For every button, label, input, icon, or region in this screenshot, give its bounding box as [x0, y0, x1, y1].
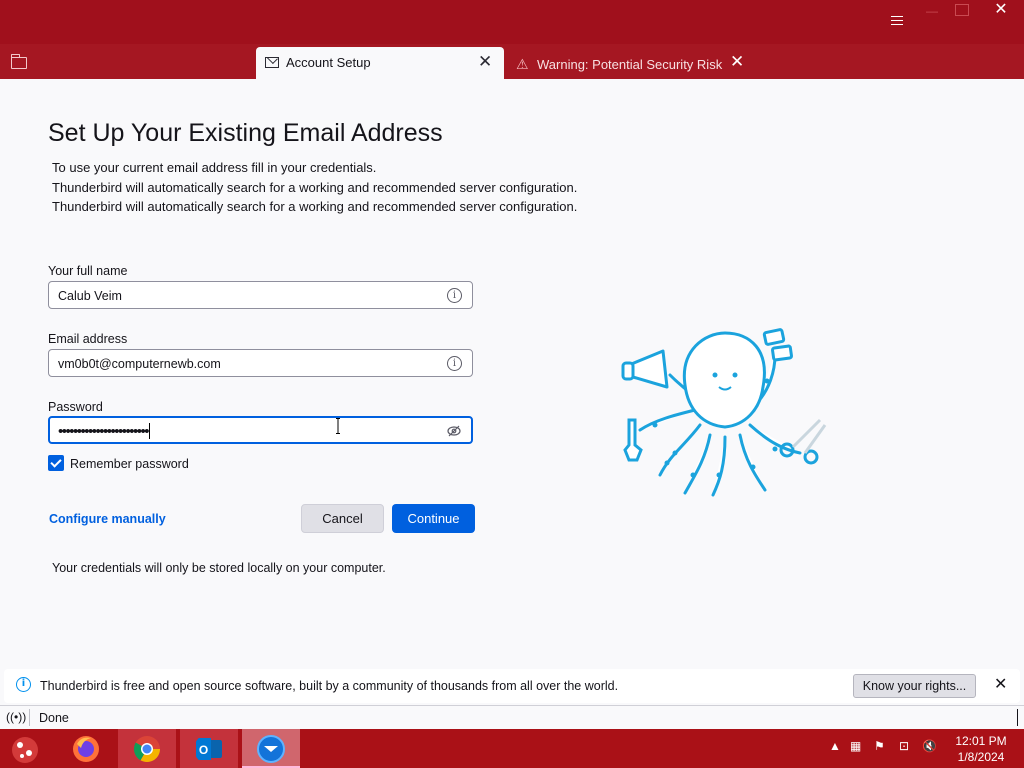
- credentials-note: Your credentials will only be stored loc…: [52, 561, 386, 575]
- description-line: To use your current email address fill i…: [52, 160, 377, 175]
- tab-label: Account Setup: [286, 55, 371, 70]
- firefox-icon: [73, 736, 99, 762]
- know-your-rights-button[interactable]: Know your rights...: [853, 674, 976, 698]
- configure-manually-link[interactable]: Configure manually: [49, 512, 166, 526]
- firefox-taskbar-button[interactable]: [57, 729, 115, 768]
- start-button-icon[interactable]: [8, 733, 42, 765]
- maximize-icon[interactable]: [955, 4, 969, 16]
- text-cursor-icon: [336, 418, 340, 434]
- clock-date: 1/8/2024: [957, 750, 1005, 764]
- flag-icon[interactable]: ⚑: [874, 739, 885, 753]
- password-field[interactable]: ••••••••••••••••••••••••: [48, 416, 473, 444]
- close-notification-icon[interactable]: ✕: [994, 674, 1007, 694]
- chrome-icon: [133, 736, 161, 763]
- warning-icon: ⚠: [516, 56, 529, 72]
- cancel-button[interactable]: Cancel: [301, 504, 384, 533]
- eye-off-icon[interactable]: [447, 424, 461, 438]
- full-name-value: Calub Veim: [58, 289, 122, 303]
- name-label: Your full name: [48, 264, 128, 278]
- status-bar: ((•)) Done: [0, 705, 1024, 729]
- password-value: ••••••••••••••••••••••••: [58, 423, 151, 440]
- network-icon[interactable]: ▦: [850, 739, 861, 753]
- description-line: Thunderbird will automatically search fo…: [52, 199, 578, 214]
- thunderbird-icon: [257, 735, 285, 763]
- outlook-icon: O: [196, 738, 222, 760]
- octopus-mascot-illustration: [621, 328, 827, 497]
- envelope-icon: [265, 57, 279, 68]
- remember-password-checkbox[interactable]: [48, 455, 64, 471]
- notification-message: Thunderbird is free and open source soft…: [40, 679, 619, 693]
- remember-password-label[interactable]: Remember password: [70, 457, 189, 471]
- full-name-field[interactable]: Calub Veim i: [48, 281, 473, 309]
- window-close-icon[interactable]: ✕: [988, 0, 1014, 20]
- tab-account-setup[interactable]: Account Setup ✕: [256, 47, 504, 79]
- clock[interactable]: 12:01 PM 1/8/2024: [950, 733, 1012, 765]
- taskbar: O: [0, 729, 1024, 768]
- title-bar: — ✕: [0, 0, 1024, 44]
- info-icon[interactable]: i: [447, 356, 462, 371]
- show-hidden-icons-icon[interactable]: ▲: [829, 739, 841, 753]
- tab-strip: Account Setup ✕ ⚠ Warning: Potential Sec…: [0, 44, 1024, 79]
- clock-time: 12:01 PM: [955, 734, 1007, 748]
- volume-muted-icon[interactable]: 🔇: [922, 739, 937, 753]
- folder-icon[interactable]: [11, 54, 27, 69]
- info-icon: i: [16, 677, 31, 692]
- email-value: vm0b0t@computernewb.com: [58, 357, 221, 371]
- info-icon[interactable]: i: [447, 288, 462, 303]
- password-label: Password: [48, 400, 103, 414]
- svg-text:O: O: [199, 743, 208, 757]
- thunderbird-taskbar-button[interactable]: [242, 729, 300, 768]
- description-line: Thunderbird will automatically search fo…: [52, 180, 578, 195]
- chrome-taskbar-button[interactable]: [118, 729, 176, 768]
- app-menu-icon[interactable]: [884, 10, 910, 32]
- close-tab-icon[interactable]: ✕: [730, 52, 744, 72]
- email-label: Email address: [48, 332, 128, 346]
- status-text: Done: [39, 711, 69, 725]
- close-tab-icon[interactable]: ✕: [478, 52, 492, 72]
- tab-security-warning[interactable]: ⚠ Warning: Potential Security Risk Ahead…: [508, 47, 753, 79]
- tab-label: Warning: Potential Security Risk Ahead: [537, 57, 725, 72]
- minimize-icon[interactable]: —: [926, 4, 944, 20]
- divider: [29, 709, 30, 726]
- email-field[interactable]: vm0b0t@computernewb.com i: [48, 349, 473, 377]
- page-title: Set Up Your Existing Email Address: [48, 119, 443, 147]
- online-status-icon[interactable]: ((•)): [6, 710, 26, 724]
- notification-bar: i Thunderbird is free and open source so…: [4, 669, 1020, 703]
- ethernet-icon[interactable]: ⊡: [899, 739, 909, 753]
- outlook-taskbar-button[interactable]: O: [180, 729, 238, 768]
- continue-button[interactable]: Continue: [392, 504, 475, 533]
- divider: [1017, 709, 1018, 726]
